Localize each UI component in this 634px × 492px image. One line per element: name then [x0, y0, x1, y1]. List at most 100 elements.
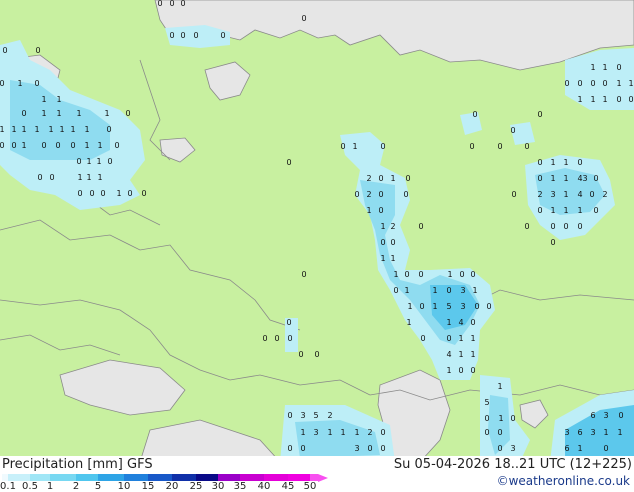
- scale-tick-label: 35: [233, 481, 247, 492]
- scale-swatch: [8, 474, 30, 481]
- value-label: 0: [378, 190, 383, 199]
- credit[interactable]: ©weatheronline.co.uk: [497, 474, 630, 488]
- value-label: 0: [127, 189, 132, 198]
- value-label: 0: [390, 238, 395, 247]
- value-label: 5: [484, 398, 489, 407]
- value-label: 1: [563, 190, 568, 199]
- value-label: 1: [563, 158, 568, 167]
- value-label: 1: [390, 174, 395, 183]
- value-label: 1: [617, 428, 622, 437]
- scale-swatch: [172, 474, 196, 481]
- value-label: 0: [125, 109, 130, 118]
- scale-swatch: [98, 474, 124, 481]
- scale-swatch: [50, 474, 76, 481]
- value-label: 1: [17, 79, 22, 88]
- value-label: 0: [470, 366, 475, 375]
- value-label: 0: [49, 173, 54, 182]
- scale-tick-label: 1: [46, 481, 54, 492]
- value-label: 6: [577, 428, 582, 437]
- value-label: 3: [313, 428, 318, 437]
- value-label: 1: [0, 125, 5, 134]
- value-label: 0: [484, 414, 489, 423]
- value-label: 2: [367, 428, 372, 437]
- scale-swatch: [310, 474, 318, 481]
- value-label: 0: [577, 79, 582, 88]
- value-label: 1: [404, 286, 409, 295]
- value-label: 1: [577, 206, 582, 215]
- scale-swatch: [124, 474, 148, 481]
- value-label: 1: [590, 95, 595, 104]
- value-label: 0: [446, 334, 451, 343]
- value-label: 1: [77, 173, 82, 182]
- value-label: 0: [37, 173, 42, 182]
- value-label: 1: [550, 158, 555, 167]
- value-label: 2: [537, 190, 542, 199]
- value-label: 3: [354, 444, 359, 453]
- value-label: 1: [327, 428, 332, 437]
- map-title: Precipitation [mm] GFS: [2, 457, 153, 472]
- value-label: 0: [404, 270, 409, 279]
- value-label: 0: [603, 444, 608, 453]
- value-label: 1: [470, 334, 475, 343]
- value-label: 0: [354, 190, 359, 199]
- value-label: 0: [577, 222, 582, 231]
- value-label: 1: [406, 318, 411, 327]
- footer: Precipitation [mm] GFS Su 05-04-2026 18.…: [0, 456, 634, 492]
- value-label: 0: [380, 238, 385, 247]
- value-label: 0: [418, 222, 423, 231]
- value-label: 0: [469, 142, 474, 151]
- value-label: 2: [602, 190, 607, 199]
- value-label: 1: [616, 79, 621, 88]
- scale-swatch: [288, 474, 310, 481]
- value-label: 0: [314, 350, 319, 359]
- value-label: 5: [313, 411, 318, 420]
- value-label: 0: [169, 0, 174, 8]
- value-label: 0: [193, 31, 198, 40]
- value-label: 0: [564, 79, 569, 88]
- value-label: 1: [432, 286, 437, 295]
- value-label: 1: [97, 173, 102, 182]
- scale-swatch: [240, 474, 264, 481]
- value-label: 1: [59, 125, 64, 134]
- value-label: 0: [367, 444, 372, 453]
- value-label: 0: [589, 190, 594, 199]
- scale-swatch: [196, 474, 218, 481]
- value-label: 0: [286, 158, 291, 167]
- value-label: 1: [86, 173, 91, 182]
- scale-swatch: [218, 474, 240, 481]
- scale-tick-label: 30: [211, 481, 225, 492]
- value-label: 1: [116, 189, 121, 198]
- value-label: 1: [86, 157, 91, 166]
- value-label: 1: [21, 125, 26, 134]
- scale-tick-label: 0.1: [0, 481, 16, 492]
- value-label: 0: [100, 189, 105, 198]
- value-label: 0: [180, 31, 185, 40]
- forecast-datetime: Su 05-04-2026 18..21 UTC (12+225): [393, 457, 632, 472]
- value-label: 1: [366, 206, 371, 215]
- value-label: 0: [340, 142, 345, 151]
- value-label: 0: [301, 14, 306, 23]
- value-label: 6: [564, 444, 569, 453]
- value-label: 2: [390, 222, 395, 231]
- value-label: 0: [286, 318, 291, 327]
- value-label: 1: [577, 95, 582, 104]
- value-label: 0: [470, 270, 475, 279]
- scale-tick-label: 45: [281, 481, 295, 492]
- value-label: 4: [446, 350, 451, 359]
- scale-tick-label: 15: [141, 481, 155, 492]
- value-label: 0: [0, 141, 5, 150]
- value-label: 1: [70, 125, 75, 134]
- value-label: 0: [403, 190, 408, 199]
- value-label: 0: [593, 174, 598, 183]
- value-label: 1: [472, 286, 477, 295]
- value-label: 1: [602, 95, 607, 104]
- value-label: 0: [0, 79, 5, 88]
- value-label: 0: [616, 95, 621, 104]
- scale-swatch: [148, 474, 172, 481]
- value-label: 0: [55, 141, 60, 150]
- value-label: 0: [41, 141, 46, 150]
- value-label: 1: [380, 222, 385, 231]
- scale-swatch: [264, 474, 288, 481]
- value-label: 1: [390, 254, 395, 263]
- value-label: 0: [511, 190, 516, 199]
